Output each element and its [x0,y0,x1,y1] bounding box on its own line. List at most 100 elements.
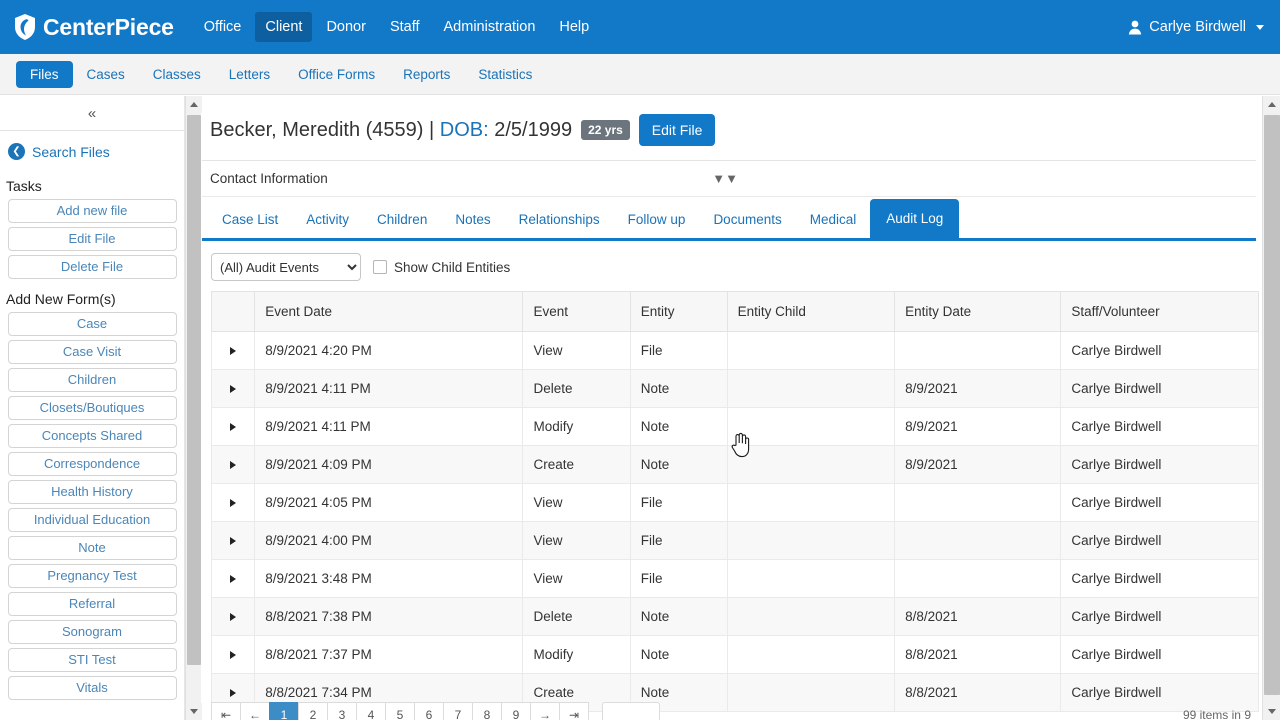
topnav-item-staff[interactable]: Staff [380,12,430,42]
expand-row-triangle-icon[interactable] [230,575,237,583]
table-header-event-date[interactable]: Event Date [254,291,524,332]
table-row[interactable]: 8/9/2021 4:20 PM View File Carlye Birdwell [210,331,1259,370]
table-header-event[interactable]: Event [522,291,631,332]
subnav-item-cases[interactable]: Cases [73,61,139,88]
table-row[interactable]: 8/8/2021 7:38 PM Delete Note 8/8/2021 Carlye… [210,597,1259,636]
expand-row-triangle-icon[interactable] [230,651,237,659]
subnav-item-reports[interactable]: Reports [389,61,464,88]
expand-row-triangle-icon[interactable] [230,499,237,507]
page-scrollbar-thumb[interactable] [1264,115,1280,695]
topnav-item-donor[interactable]: Donor [316,12,376,42]
form-button-children[interactable]: Children [7,368,177,392]
form-button-sti-test[interactable]: STI Test [7,648,177,672]
expand-row-triangle-icon[interactable] [230,613,237,621]
double-chevron-down-icon[interactable]: ▼▼ [712,171,738,186]
table-row[interactable]: 8/9/2021 4:00 PM View File Carlye Birdwell [210,521,1259,560]
form-button-concepts-shared[interactable]: Concepts Shared [7,424,177,448]
form-button-case-visit[interactable]: Case Visit [7,340,177,364]
form-button-correspondence[interactable]: Correspondence [7,452,177,476]
subnav-item-files[interactable]: Files [16,60,73,88]
subnav-item-classes[interactable]: Classes [139,61,215,88]
page-first-button[interactable]: ⇤ [211,702,241,720]
subnav-item-letters[interactable]: Letters [215,61,284,88]
form-button-case[interactable]: Case [7,312,177,336]
form-button-closets-boutiques[interactable]: Closets/Boutiques [7,396,177,420]
table-row[interactable]: 8/9/2021 4:05 PM View File Carlye Birdwell [210,483,1259,522]
form-button-vitals[interactable]: Vitals [7,676,177,700]
page-button-5[interactable]: 5 [385,702,415,720]
user-menu[interactable]: Carlye Birdwell [1128,0,1264,54]
table-row[interactable]: 8/9/2021 4:09 PM Create Note 8/9/2021 Carlye… [210,445,1259,484]
tab-case-list[interactable]: Case List [208,201,292,238]
topnav-item-administration[interactable]: Administration [434,12,546,42]
page-prev-button[interactable]: ← [240,702,270,720]
form-button-note[interactable]: Note [7,536,177,560]
expand-row-triangle-icon[interactable] [230,423,237,431]
row-expand-cell[interactable] [210,521,256,560]
form-button-referral[interactable]: Referral [7,592,177,616]
table-row[interactable]: 8/8/2021 7:37 PM Modify Note 8/8/2021 Carlye… [210,635,1259,674]
table-row[interactable]: 8/9/2021 4:11 PM Modify Note 8/9/2021 Carlye… [210,407,1259,446]
tab-follow-up[interactable]: Follow up [614,201,700,238]
topnav-item-client[interactable]: Client [255,12,313,42]
sidebar-item-search-files[interactable]: ❮ Search Files [0,131,184,170]
row-expand-cell[interactable] [210,407,256,446]
form-button-health-history[interactable]: Health History [7,480,177,504]
page-button-1[interactable]: 1 [269,702,299,720]
audit-event-select[interactable]: (All) Audit Events [211,253,361,281]
table-row[interactable]: 8/9/2021 3:48 PM View File Carlye Birdwell [210,559,1259,598]
subnav-item-statistics[interactable]: Statistics [464,61,546,88]
brand-logo[interactable]: CenterPiece [14,14,174,40]
row-expand-cell[interactable] [210,445,256,484]
page-button-9[interactable]: 9 [501,702,531,720]
page-button-4[interactable]: 4 [356,702,386,720]
page-button-8[interactable]: 8 [472,702,502,720]
tab-documents[interactable]: Documents [699,201,795,238]
page-button-3[interactable]: 3 [327,702,357,720]
page-next-button[interactable]: → [530,702,560,720]
sidebar-scrollbar[interactable] [185,96,202,720]
table-header-entity[interactable]: Entity [629,291,728,332]
sidebar-scrollbar-thumb[interactable] [187,115,201,665]
expand-row-triangle-icon[interactable] [230,689,237,697]
expand-row-triangle-icon[interactable] [230,385,237,393]
topnav-item-help[interactable]: Help [549,12,599,42]
expand-row-triangle-icon[interactable] [230,461,237,469]
contact-information-section-header[interactable]: Contact Information ▼▼ [202,161,1256,197]
task-button-edit-file[interactable]: Edit File [7,227,177,251]
tab-audit-log[interactable]: Audit Log [870,199,960,238]
task-button-add-new-file[interactable]: Add new file [7,199,177,223]
collapse-sidebar-icon[interactable]: « [88,105,96,122]
sidebar-scroll-down-button[interactable] [186,703,202,720]
page-last-button[interactable]: ⇥ [559,702,589,720]
tab-relationships[interactable]: Relationships [505,201,614,238]
task-button-delete-file[interactable]: Delete File [7,255,177,279]
show-child-entities-checkbox[interactable] [373,260,387,274]
tab-medical[interactable]: Medical [796,201,871,238]
subnav-item-office-forms[interactable]: Office Forms [284,61,389,88]
row-expand-cell[interactable] [210,483,256,522]
tab-activity[interactable]: Activity [292,201,363,238]
row-expand-cell[interactable] [210,331,256,370]
row-expand-cell[interactable] [210,369,256,408]
page-scrollbar[interactable] [1262,96,1280,720]
table-header-expand[interactable] [210,291,256,332]
table-header-staff-volunteer[interactable]: Staff/Volunteer [1060,291,1259,332]
expand-row-triangle-icon[interactable] [230,537,237,545]
table-header-entity-child[interactable]: Entity Child [726,291,896,332]
page-button-2[interactable]: 2 [298,702,328,720]
page-button-7[interactable]: 7 [443,702,473,720]
expand-row-triangle-icon[interactable] [230,347,237,355]
table-header-entity-date[interactable]: Entity Date [894,291,1062,332]
show-child-entities-toggle[interactable]: Show Child Entities [373,260,510,275]
page-button-6[interactable]: 6 [414,702,444,720]
row-expand-cell[interactable] [210,597,256,636]
tab-notes[interactable]: Notes [441,201,504,238]
row-expand-cell[interactable] [210,559,256,598]
page-scroll-down-button[interactable] [1263,703,1280,720]
page-scroll-up-button[interactable] [1263,96,1280,113]
sidebar-scroll-up-button[interactable] [186,96,202,113]
row-expand-cell[interactable] [210,635,256,674]
topnav-item-office[interactable]: Office [194,12,252,42]
table-row[interactable]: 8/9/2021 4:11 PM Delete Note 8/9/2021 Carlye… [210,369,1259,408]
